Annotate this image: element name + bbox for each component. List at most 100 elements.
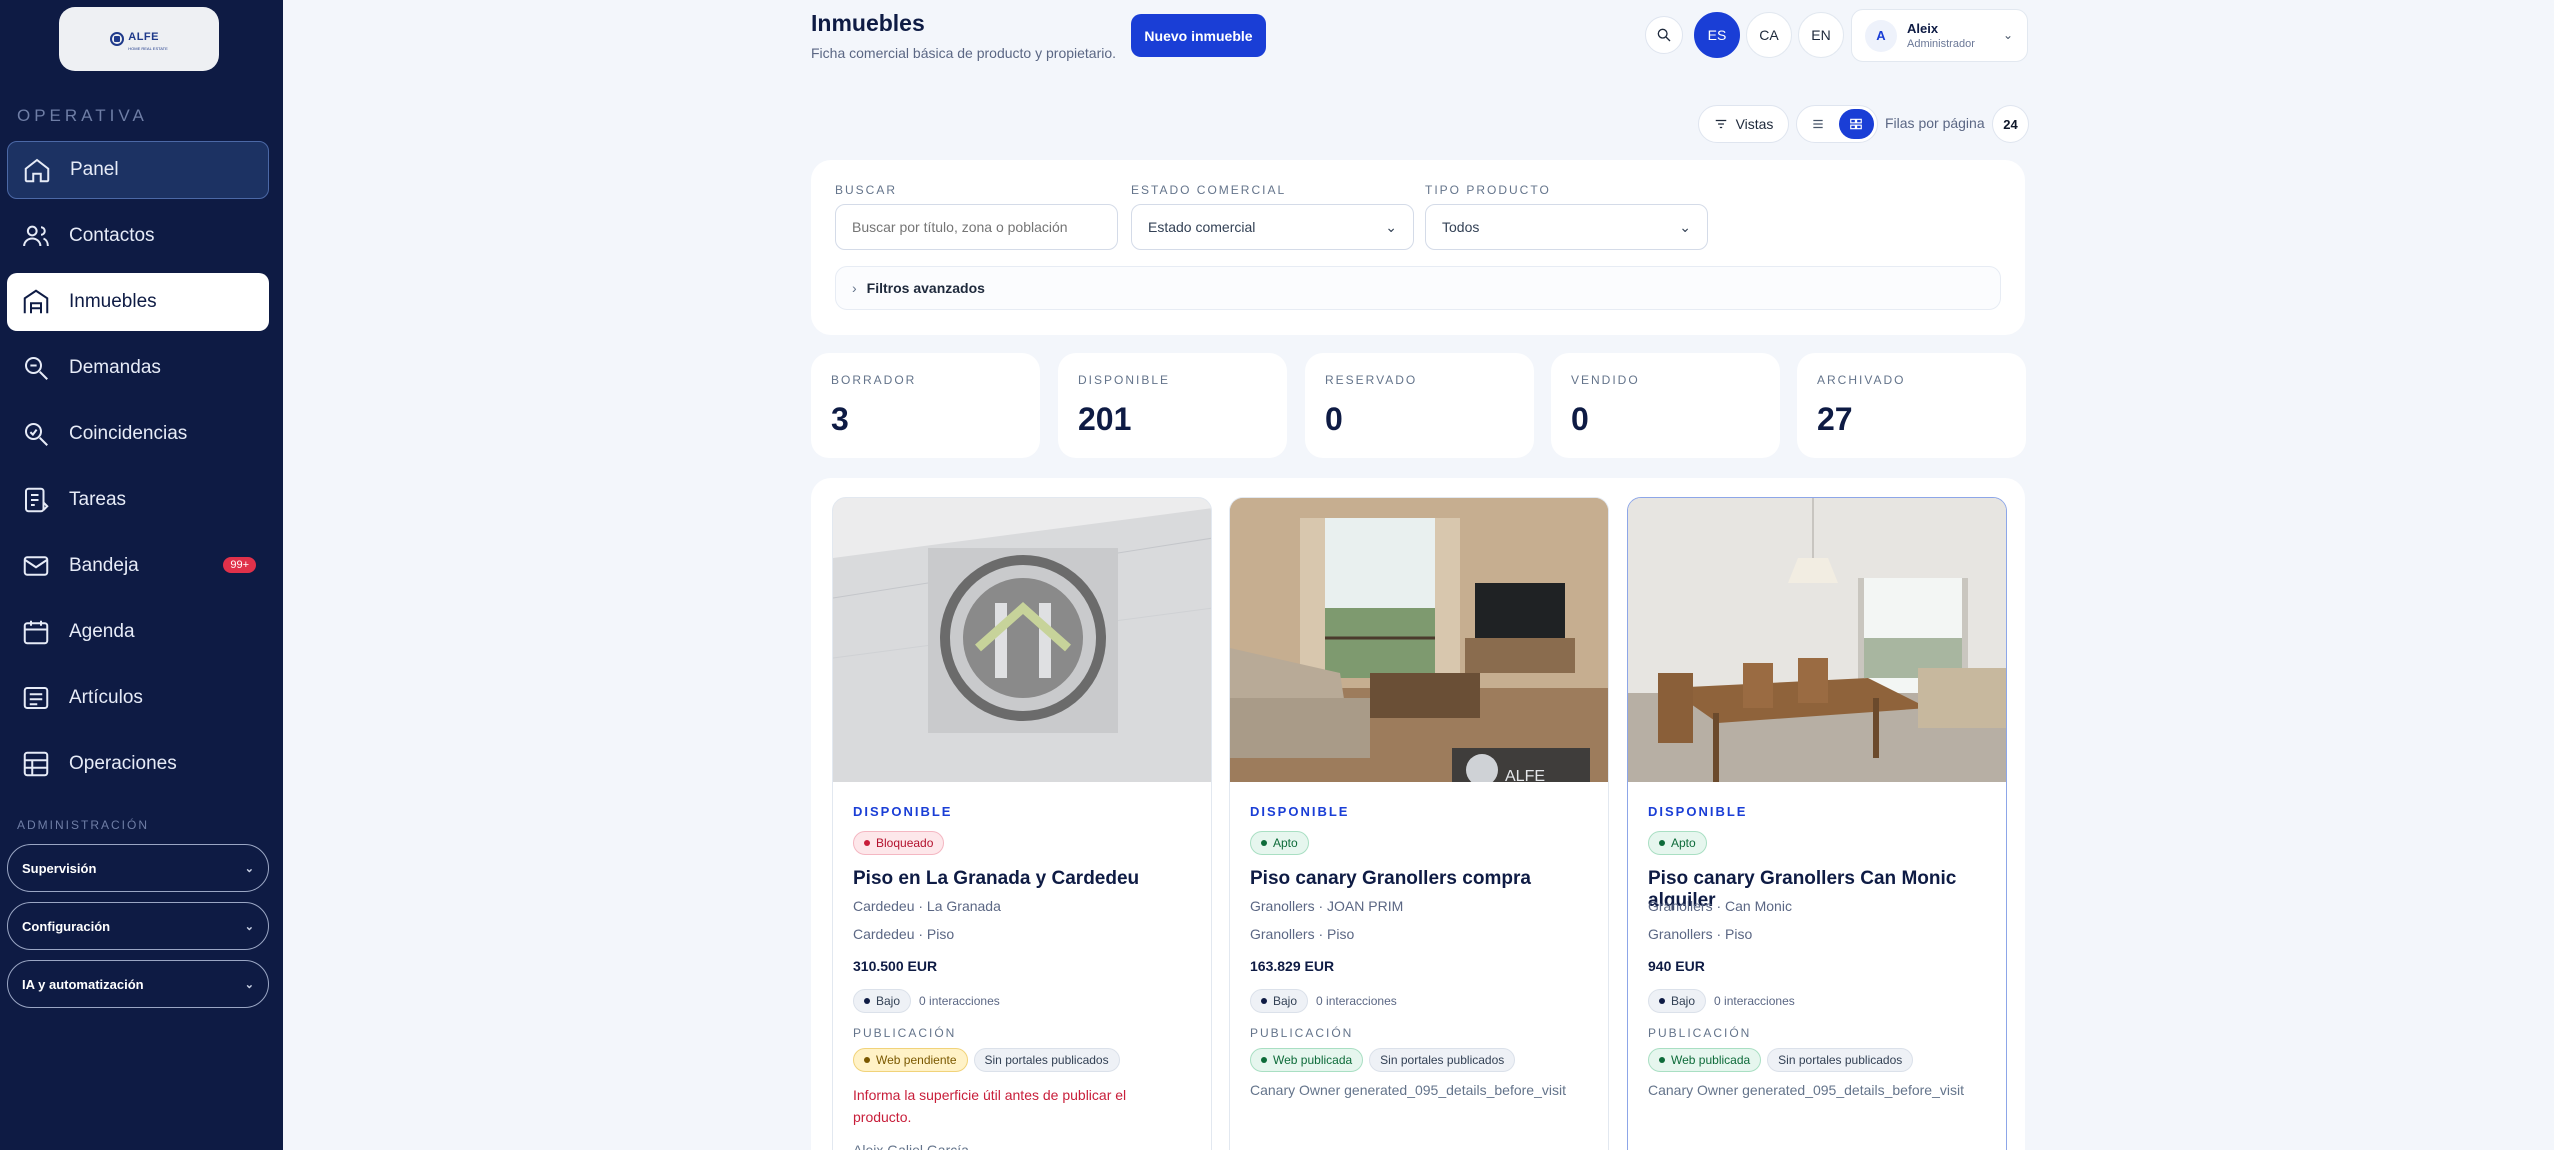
logo-text: ALFE <box>128 31 159 43</box>
card-level: Bajo <box>1648 989 1707 1013</box>
card-title[interactable]: Piso en La Granada y Cardedeu <box>853 868 1139 890</box>
card-interactions: 0 interacciones <box>1316 994 1397 1008</box>
property-card[interactable]: DISPONIBLE Bloqueado Piso en La Granada … <box>832 497 1212 1150</box>
stat-card-archivado[interactable]: ARCHIVADO 27 <box>1797 353 2026 458</box>
user-name: Aleix <box>1907 21 1939 36</box>
sidebar-item-articulos[interactable]: Artículos <box>7 669 269 727</box>
advanced-filters-toggle[interactable]: › Filtros avanzados <box>835 266 2001 310</box>
sidebar-item-label: Demandas <box>69 357 161 378</box>
portals-badge: Sin portales publicados <box>1369 1048 1516 1072</box>
nav-group-label: IA y automatización <box>22 976 144 992</box>
sidebar-item-coincidencias[interactable]: Coincidencias <box>7 405 269 463</box>
filter-icon <box>1715 119 1726 129</box>
views-button[interactable]: Vistas <box>1698 105 1789 143</box>
stat-card-disponible[interactable]: DISPONIBLE 201 <box>1058 353 1287 458</box>
card-status: DISPONIBLE <box>1250 804 1350 819</box>
list-icon <box>1813 119 1823 129</box>
new-property-button[interactable]: Nuevo inmueble <box>1131 14 1266 57</box>
sidebar-item-label: Agenda <box>69 621 135 642</box>
sidebar-item-agenda[interactable]: Agenda <box>7 603 269 661</box>
sidebar: ALFE HOME REAL ESTATE OPERATIVA Panel Con… <box>0 0 283 1150</box>
sidebar-item-demandas[interactable]: Demandas <box>7 339 269 397</box>
nav-group-supervision[interactable]: Supervisión ⌄ <box>7 844 269 892</box>
logo[interactable]: ALFE HOME REAL ESTATE <box>59 7 219 71</box>
sidebar-item-operaciones[interactable]: Operaciones <box>7 735 269 793</box>
logo-icon <box>110 32 125 46</box>
chevron-down-icon: ⌄ <box>244 978 254 991</box>
sidebar-item-label: Contactos <box>69 225 155 246</box>
stat-label: RESERVADO <box>1325 373 1418 387</box>
tipo-value: Todos <box>1442 219 1480 235</box>
chevron-down-icon: ⌄ <box>1385 218 1397 235</box>
section-title-operativa: OPERATIVA <box>17 106 148 125</box>
card-location: Granollers · JOAN PRIM <box>1250 898 1404 914</box>
stat-card-borrador[interactable]: BORRADOR 3 <box>811 353 1040 458</box>
user-role: Administrador <box>1907 38 1975 50</box>
portals-badge: Sin portales publicados <box>973 1048 1120 1072</box>
nav-group-ia[interactable]: IA y automatización ⌄ <box>7 960 269 1008</box>
sidebar-item-label: Inmuebles <box>69 291 157 312</box>
lang-ca-button[interactable]: CA <box>1746 12 1792 58</box>
lang-en-button[interactable]: EN <box>1798 12 1844 58</box>
users-icon <box>23 225 49 247</box>
views-label: Vistas <box>1735 116 1774 132</box>
search-icon <box>1657 28 1671 42</box>
sidebar-item-label: Panel <box>70 159 119 180</box>
card-interactions: 0 interacciones <box>919 994 1000 1008</box>
stat-card-vendido[interactable]: VENDIDO 0 <box>1551 353 1780 458</box>
card-title[interactable]: Piso canary Granollers compra <box>1250 868 1531 890</box>
card-level: Bajo <box>853 989 912 1013</box>
tipo-label: TIPO PRODUCTO <box>1425 183 1551 197</box>
global-search-button[interactable] <box>1645 16 1683 54</box>
search-match-icon <box>25 423 48 446</box>
stat-value: 0 <box>1325 401 1343 437</box>
card-warning: Informa la superficie útil antes de publ… <box>853 1087 1127 1125</box>
stat-label: BORRADOR <box>831 373 917 387</box>
clipboard-icon <box>25 487 49 513</box>
page-title: Inmuebles <box>811 10 925 36</box>
stat-value: 0 <box>1571 401 1589 437</box>
property-photo <box>1628 498 2006 782</box>
list-view-button[interactable] <box>1800 109 1836 139</box>
home-icon <box>24 158 50 183</box>
search-icon <box>25 357 48 380</box>
property-photo <box>833 498 1211 782</box>
advanced-filters-label: Filtros avanzados <box>866 280 985 296</box>
grid-view-button[interactable] <box>1838 109 1874 139</box>
user-menu[interactable]: A Aleix Administrador ⌄ <box>1851 9 2028 62</box>
filter-panel: BUSCAR ESTADO COMERCIAL Estado comercial… <box>811 160 2025 335</box>
stat-card-reservado[interactable]: RESERVADO 0 <box>1305 353 1534 458</box>
sidebar-item-label: Artículos <box>69 687 143 708</box>
sidebar-item-panel[interactable]: Panel <box>7 141 269 199</box>
rows-per-page-select[interactable]: 24 <box>1992 105 2029 143</box>
portals-badge: Sin portales publicados <box>1767 1048 1914 1072</box>
grid-icon <box>1850 118 1863 130</box>
card-publication-label: PUBLICACIÓN <box>853 1026 957 1040</box>
stat-label: DISPONIBLE <box>1078 373 1171 387</box>
web-status-badge: Web publicada <box>1648 1048 1762 1072</box>
estado-select[interactable]: Estado comercial ⌄ <box>1131 204 1414 250</box>
page-subtitle: Ficha comercial básica de producto y pro… <box>811 45 1117 61</box>
property-card[interactable]: DISPONIBLE Apto Piso canary Granollers C… <box>1627 497 2007 1150</box>
card-price: 940 EUR <box>1648 958 1705 974</box>
sidebar-item-inmuebles[interactable]: Inmuebles <box>7 273 269 331</box>
sidebar-item-contactos[interactable]: Contactos <box>7 207 269 265</box>
chevron-down-icon: ⌄ <box>2002 28 2013 42</box>
tipo-select[interactable]: Todos ⌄ <box>1425 204 1708 250</box>
card-publication-label: PUBLICACIÓN <box>1250 1026 1354 1040</box>
card-type: Cardedeu · Piso <box>853 926 955 942</box>
estado-label: ESTADO COMERCIAL <box>1131 183 1287 197</box>
web-status-badge: Web publicada <box>1250 1048 1364 1072</box>
property-card[interactable]: ALFE DISPONIBLE Apto Piso canary Granoll… <box>1229 497 1609 1150</box>
card-price: 310.500 EUR <box>853 958 938 974</box>
property-photo: ALFE <box>1230 498 1608 782</box>
sidebar-item-tareas[interactable]: Tareas <box>7 471 269 529</box>
search-input[interactable] <box>835 204 1118 250</box>
stat-value: 3 <box>831 401 849 437</box>
card-level: Bajo <box>1250 989 1309 1013</box>
chevron-down-icon: ⌄ <box>244 862 254 875</box>
sidebar-item-bandeja[interactable]: Bandeja 99+ <box>7 537 269 595</box>
lang-es-button[interactable]: ES <box>1694 12 1740 58</box>
card-tag: Apto <box>1648 831 1707 855</box>
nav-group-configuracion[interactable]: Configuración ⌄ <box>7 902 269 950</box>
